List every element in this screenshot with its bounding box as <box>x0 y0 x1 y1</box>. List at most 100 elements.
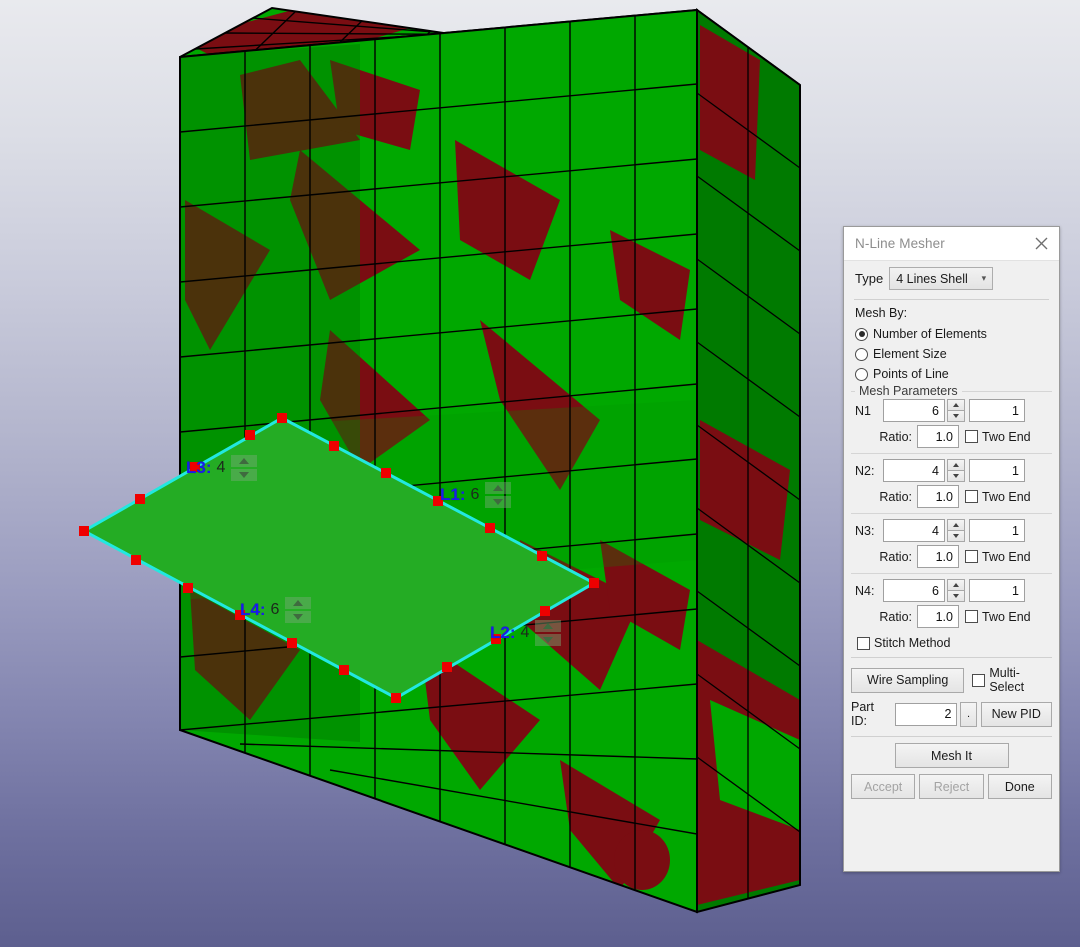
n3-input[interactable]: 4 <box>883 519 945 542</box>
close-icon[interactable] <box>1029 232 1053 256</box>
line-divisions-spinner[interactable] <box>231 455 258 481</box>
n2-second-input[interactable]: 1 <box>969 459 1025 482</box>
n1-ratio-input[interactable]: 1.0 <box>917 425 959 448</box>
mesh-param-row-n4: N4: 6 1 Ratio: 1.0 Two End <box>851 573 1052 633</box>
line-label-l1[interactable]: L1 : 6 <box>440 482 512 508</box>
spinner-down-icon[interactable] <box>485 496 512 508</box>
n4-second-input[interactable]: 1 <box>969 579 1025 602</box>
n4-spinner[interactable] <box>947 579 965 602</box>
spinner-up-icon[interactable] <box>231 455 258 467</box>
n1-ratio-label: Ratio: <box>879 429 912 444</box>
n1-two-end-label: Two End <box>982 429 1031 444</box>
divider <box>851 736 1052 737</box>
n4-two-end-label: Two End <box>982 609 1031 624</box>
mesh-parameters-group: Mesh Parameters N1 6 1 Ratio: 1.0 Two En… <box>851 384 1052 654</box>
line-label-l3[interactable]: L3 : 4 <box>186 455 258 481</box>
mesh-param-row-n2: N2: 4 1 Ratio: 1.0 Two End <box>851 453 1052 513</box>
reject-button[interactable]: Reject <box>919 774 984 799</box>
n2-spinner[interactable] <box>947 459 965 482</box>
stitch-method-checkbox[interactable] <box>857 636 870 650</box>
part-id-row: Part ID: 2 . New PID <box>844 698 1059 733</box>
mesh-param-row-n3: N3: 4 1 Ratio: 1.0 Two End <box>851 513 1052 573</box>
line-label-name: L1 <box>440 485 460 504</box>
n3-second-input[interactable]: 1 <box>969 519 1025 542</box>
type-label: Type <box>855 271 884 286</box>
part-id-picker-button[interactable]: . <box>960 701 977 727</box>
spinner-up-icon[interactable] <box>535 620 562 632</box>
n4-input[interactable]: 6 <box>883 579 945 602</box>
n1-two-end-checkbox[interactable] <box>965 430 978 443</box>
part-id-label: Part ID: <box>851 700 874 728</box>
stitch-method-label: Stitch Method <box>874 636 951 650</box>
n2-input[interactable]: 4 <box>883 459 945 482</box>
line-label-l2[interactable]: L2 : 4 <box>490 620 562 646</box>
n1-spinner[interactable] <box>947 399 965 422</box>
spinner-up-icon[interactable] <box>285 597 312 609</box>
spinner-up-icon[interactable] <box>947 399 965 411</box>
spinner-down-icon[interactable] <box>947 591 965 602</box>
spinner-down-icon[interactable] <box>535 634 562 646</box>
line-label-name: L2 <box>490 623 510 642</box>
line-label-value: 4 <box>520 624 530 641</box>
n3-label: N3: <box>855 523 875 538</box>
panel-footer: Accept Reject Done <box>844 774 1059 805</box>
spinner-down-icon[interactable] <box>285 611 312 623</box>
n4-ratio-label: Ratio: <box>879 609 912 624</box>
line-divisions-spinner[interactable] <box>485 482 512 508</box>
n2-label: N2: <box>855 463 875 478</box>
multi-select-checkbox[interactable] <box>972 673 986 687</box>
line-divisions-spinner[interactable] <box>285 597 312 623</box>
done-button[interactable]: Done <box>987 774 1052 799</box>
spinner-up-icon[interactable] <box>947 519 965 531</box>
divider <box>851 657 1052 658</box>
spinner-down-icon[interactable] <box>947 411 965 422</box>
radio-icon <box>855 327 868 341</box>
type-dropdown[interactable]: 4 Lines Shell ▾ <box>889 267 994 290</box>
n3-spinner[interactable] <box>947 519 965 542</box>
type-row: Type 4 Lines Shell ▾ <box>844 261 1059 297</box>
n3-ratio-input[interactable]: 1.0 <box>917 545 959 568</box>
chevron-down-icon: ▾ <box>981 273 987 283</box>
mesh-parameters-title: Mesh Parameters <box>855 384 962 398</box>
part-id-input[interactable]: 2 <box>894 702 958 726</box>
mesh-by-label: Mesh By: <box>855 306 908 320</box>
n3-two-end-checkbox[interactable] <box>965 550 978 563</box>
n2-two-end-checkbox[interactable] <box>965 490 978 503</box>
stitch-method-row: Stitch Method <box>851 633 1052 654</box>
n4-two-end-checkbox[interactable] <box>965 610 978 623</box>
spinner-up-icon[interactable] <box>947 459 965 471</box>
line-label-colon: : <box>459 485 466 504</box>
model-side-face <box>696 8 801 914</box>
radio-number-of-elements[interactable]: Number of Elements <box>855 324 1059 344</box>
new-pid-button[interactable]: New PID <box>980 701 1052 727</box>
n2-ratio-input[interactable]: 1.0 <box>917 485 959 508</box>
spinner-up-icon[interactable] <box>947 579 965 591</box>
n1-input[interactable]: 6 <box>883 399 945 422</box>
n3-two-end-label: Two End <box>982 549 1031 564</box>
n2-two-end-label: Two End <box>982 489 1031 504</box>
n2-ratio-label: Ratio: <box>879 489 912 504</box>
line-label-l4[interactable]: L4 : 6 <box>240 597 312 623</box>
radio-element-size[interactable]: Element Size <box>855 344 1059 364</box>
spinner-down-icon[interactable] <box>231 469 258 481</box>
line-label-colon: : <box>205 458 212 477</box>
n1-second-input[interactable]: 1 <box>969 399 1025 422</box>
spinner-down-icon[interactable] <box>947 471 965 482</box>
wire-sampling-button[interactable]: Wire Sampling <box>851 667 965 693</box>
wire-sampling-row: Wire Sampling Multi-Select <box>844 661 1059 698</box>
mesh-it-button[interactable]: Mesh It <box>894 743 1009 768</box>
line-label-name: L3 <box>186 458 206 477</box>
panel-title: N-Line Mesher <box>855 236 945 251</box>
accept-button[interactable]: Accept <box>851 774 916 799</box>
line-label-value: 4 <box>216 459 226 476</box>
multi-select-label: Multi-Select <box>989 666 1025 694</box>
line-divisions-spinner[interactable] <box>535 620 562 646</box>
panel-body: Type 4 Lines Shell ▾ Mesh By: Number of … <box>844 261 1059 805</box>
radio-label: Points of Line <box>873 367 949 381</box>
n4-ratio-input[interactable]: 1.0 <box>917 605 959 628</box>
spinner-down-icon[interactable] <box>947 531 965 542</box>
radio-label: Element Size <box>873 347 947 361</box>
spinner-up-icon[interactable] <box>485 482 512 494</box>
mesh-by-radio-group: Number of Elements Element Size Points o… <box>844 323 1059 388</box>
radio-points-of-line[interactable]: Points of Line <box>855 364 1059 384</box>
